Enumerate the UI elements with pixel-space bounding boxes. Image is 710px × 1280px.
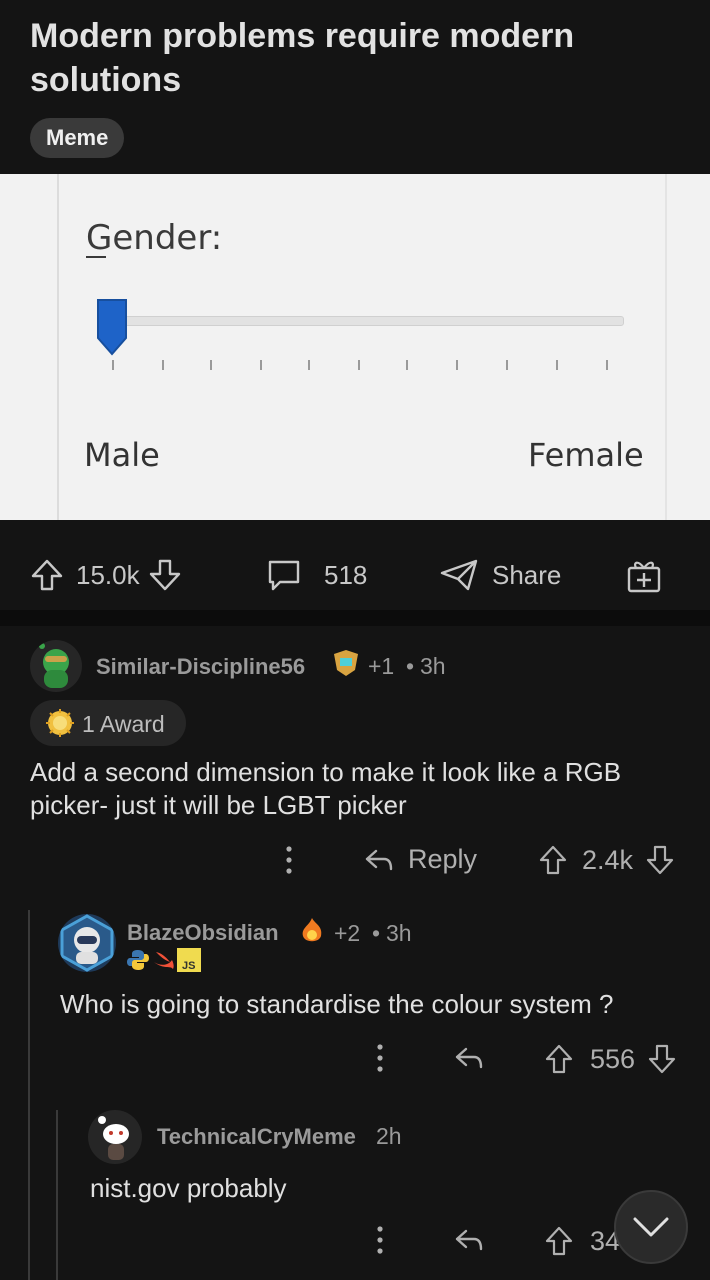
- comment-reply-button[interactable]: [454, 1225, 484, 1255]
- image-label-underline: [86, 256, 106, 258]
- award-icon: [46, 709, 74, 737]
- upvote-icon[interactable]: [544, 1043, 574, 1075]
- image-frame-left: [57, 174, 59, 520]
- reply-icon: [365, 849, 393, 870]
- post-vote-group: 15.0k: [30, 558, 182, 592]
- snoo-avatar-icon: [39, 643, 69, 688]
- snoo-avatar-icon: [98, 1116, 129, 1160]
- comment-icon: [268, 560, 300, 591]
- svg-text:JS: JS: [182, 960, 195, 972]
- comment-body: Add a second dimension to make it look l…: [30, 757, 622, 820]
- swift-icon: [154, 952, 174, 969]
- image-slider-track: [98, 316, 624, 326]
- image-frame-right: [665, 174, 667, 520]
- section-divider: [0, 610, 710, 626]
- downvote-icon[interactable]: [647, 1043, 677, 1075]
- avatar[interactable]: [58, 914, 116, 972]
- comment-time: 3h: [420, 653, 446, 679]
- comment-time: 2h: [376, 1123, 402, 1149]
- comment-vote-group: 34: [544, 1225, 620, 1257]
- comment-body: Who is going to standardise the colour s…: [60, 989, 614, 1019]
- award-count: 1 Award: [82, 711, 165, 737]
- post-score: 15.0k: [76, 559, 140, 590]
- more-icon: [286, 846, 292, 874]
- post-share-button[interactable]: Share: [440, 558, 561, 592]
- comment-score: 556: [590, 1043, 636, 1074]
- comment-username[interactable]: Similar-Discipline56: [96, 654, 305, 680]
- achievement-badge-icon: [334, 650, 358, 676]
- avatar[interactable]: [88, 1110, 142, 1164]
- post-comments-button[interactable]: 518: [266, 558, 367, 592]
- chevron-down-icon: [633, 1217, 669, 1237]
- comment-vote-group: 2.4k: [538, 844, 675, 876]
- comment-time: 3h: [386, 920, 412, 946]
- comment-score: 2.4k: [582, 844, 634, 875]
- more-icon: [377, 1226, 383, 1254]
- astronaut-avatar-icon: [60, 914, 114, 972]
- comment-more-button[interactable]: [367, 1042, 393, 1074]
- comment-username[interactable]: BlazeObsidian: [127, 920, 279, 946]
- reply-label: Reply: [408, 844, 478, 874]
- image-gender-label: Gender:: [86, 218, 223, 258]
- image-slider-thumb: [97, 299, 127, 356]
- python-icon: [127, 950, 149, 970]
- share-icon: [440, 559, 478, 591]
- comment-karma: +1: [368, 653, 395, 679]
- javascript-icon: JS: [177, 948, 201, 972]
- meta-separator: •: [372, 920, 381, 946]
- reply-icon: [455, 1047, 483, 1069]
- thread-line[interactable]: [28, 910, 30, 1280]
- upvote-icon[interactable]: [544, 1225, 574, 1257]
- downvote-icon[interactable]: [148, 558, 182, 592]
- meta-separator: •: [406, 653, 415, 679]
- reply-icon: [455, 1229, 483, 1251]
- image-slider-ticks: [112, 360, 612, 372]
- image-male-label: Male: [84, 436, 160, 474]
- comment-more-button[interactable]: [276, 844, 302, 876]
- comment-body: nist.gov probably: [90, 1173, 287, 1203]
- thread-line[interactable]: [56, 1110, 58, 1280]
- comment-more-button[interactable]: [367, 1224, 393, 1256]
- post-header: Modern problems require modern solutions…: [0, 0, 710, 174]
- comment-reply-button[interactable]: Reply: [364, 844, 477, 875]
- gift-icon: [627, 561, 661, 593]
- post-image[interactable]: Gender: Male Female: [0, 174, 710, 520]
- comment-username[interactable]: TechnicalCryMeme: [157, 1124, 356, 1150]
- post-share-label: Share: [492, 559, 562, 590]
- more-icon: [377, 1044, 383, 1072]
- post-flair[interactable]: Meme: [30, 118, 125, 158]
- comment-karma: +2: [334, 920, 361, 946]
- post-action-bar: 15.0k 518 Share: [0, 520, 710, 612]
- comment-vote-group: 556: [544, 1043, 677, 1075]
- image-female-label: Female: [528, 436, 644, 474]
- avatar[interactable]: [30, 640, 82, 692]
- jump-next-button[interactable]: [614, 1190, 688, 1264]
- post-comment-count: 518: [324, 559, 368, 590]
- downvote-icon[interactable]: [645, 844, 675, 876]
- upvote-icon[interactable]: [30, 558, 64, 592]
- post-award-button[interactable]: [626, 558, 662, 593]
- comment-reply-button[interactable]: [454, 1043, 484, 1073]
- flame-badge-icon: [302, 918, 322, 942]
- post-title[interactable]: Modern problems require modern solutions: [30, 14, 670, 102]
- upvote-icon[interactable]: [538, 844, 568, 876]
